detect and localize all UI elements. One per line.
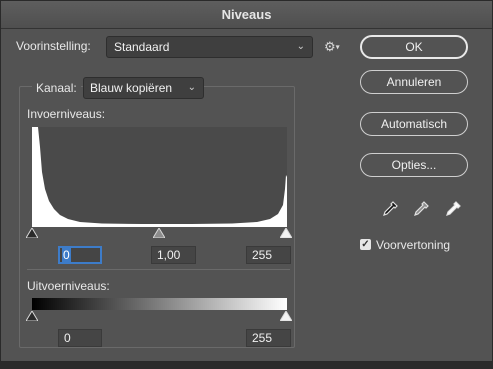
input-white-field[interactable]: 255 xyxy=(246,246,291,264)
channel-label-text: Kanaal: xyxy=(36,81,77,95)
chevron-down-icon: ⌄ xyxy=(187,82,196,93)
black-point-eyedropper-icon[interactable] xyxy=(381,200,399,218)
output-white-field[interactable]: 255 xyxy=(246,329,291,347)
chevron-down-icon: ⌄ xyxy=(296,41,305,52)
background-image-strip xyxy=(0,362,493,369)
input-white-slider-handle[interactable] xyxy=(280,228,292,238)
divider xyxy=(27,269,290,270)
options-button[interactable]: Opties... xyxy=(360,153,468,177)
output-black-field[interactable]: 0 xyxy=(58,329,102,347)
input-gamma-field[interactable]: 1,00 xyxy=(151,246,196,264)
gray-point-eyedropper-icon[interactable] xyxy=(412,200,430,218)
output-white-slider-handle[interactable] xyxy=(280,311,292,321)
channel-label: Kanaal: xyxy=(32,80,81,96)
channel-select[interactable]: Blauw kopiëren ⌄ xyxy=(83,77,204,99)
channel-value: Blauw kopiëren xyxy=(90,81,173,95)
input-levels-label: Invoerniveaus: xyxy=(27,107,106,121)
input-black-value: 0 xyxy=(62,248,71,262)
histogram xyxy=(32,127,287,227)
preview-checkbox[interactable]: ✓ xyxy=(360,239,371,250)
input-gamma-slider-handle[interactable] xyxy=(153,228,165,238)
levels-dialog: Niveaus Voorinstelling: Standaard ⌄ ⚙▾ O… xyxy=(0,0,493,362)
input-black-field[interactable]: 0 xyxy=(58,246,102,264)
auto-button[interactable]: Automatisch xyxy=(360,112,468,136)
histogram-graph xyxy=(32,127,287,227)
preview-label: Voorvertoning xyxy=(376,238,451,252)
ok-button[interactable]: OK xyxy=(360,35,468,59)
preset-options-gear-icon[interactable]: ⚙▾ xyxy=(324,39,344,55)
dialog-title: Niveaus xyxy=(1,1,492,29)
preset-label: Voorinstelling: xyxy=(16,39,91,53)
output-gradient-bar xyxy=(32,298,287,310)
white-point-eyedropper-icon[interactable] xyxy=(444,200,462,218)
cancel-button[interactable]: Annuleren xyxy=(360,70,468,94)
input-black-slider-handle[interactable] xyxy=(26,228,38,238)
preset-value: Standaard xyxy=(114,40,170,54)
output-levels-label: Uitvoerniveaus: xyxy=(27,279,110,293)
preset-select[interactable]: Standaard ⌄ xyxy=(106,36,313,58)
output-black-slider-handle[interactable] xyxy=(26,311,38,321)
